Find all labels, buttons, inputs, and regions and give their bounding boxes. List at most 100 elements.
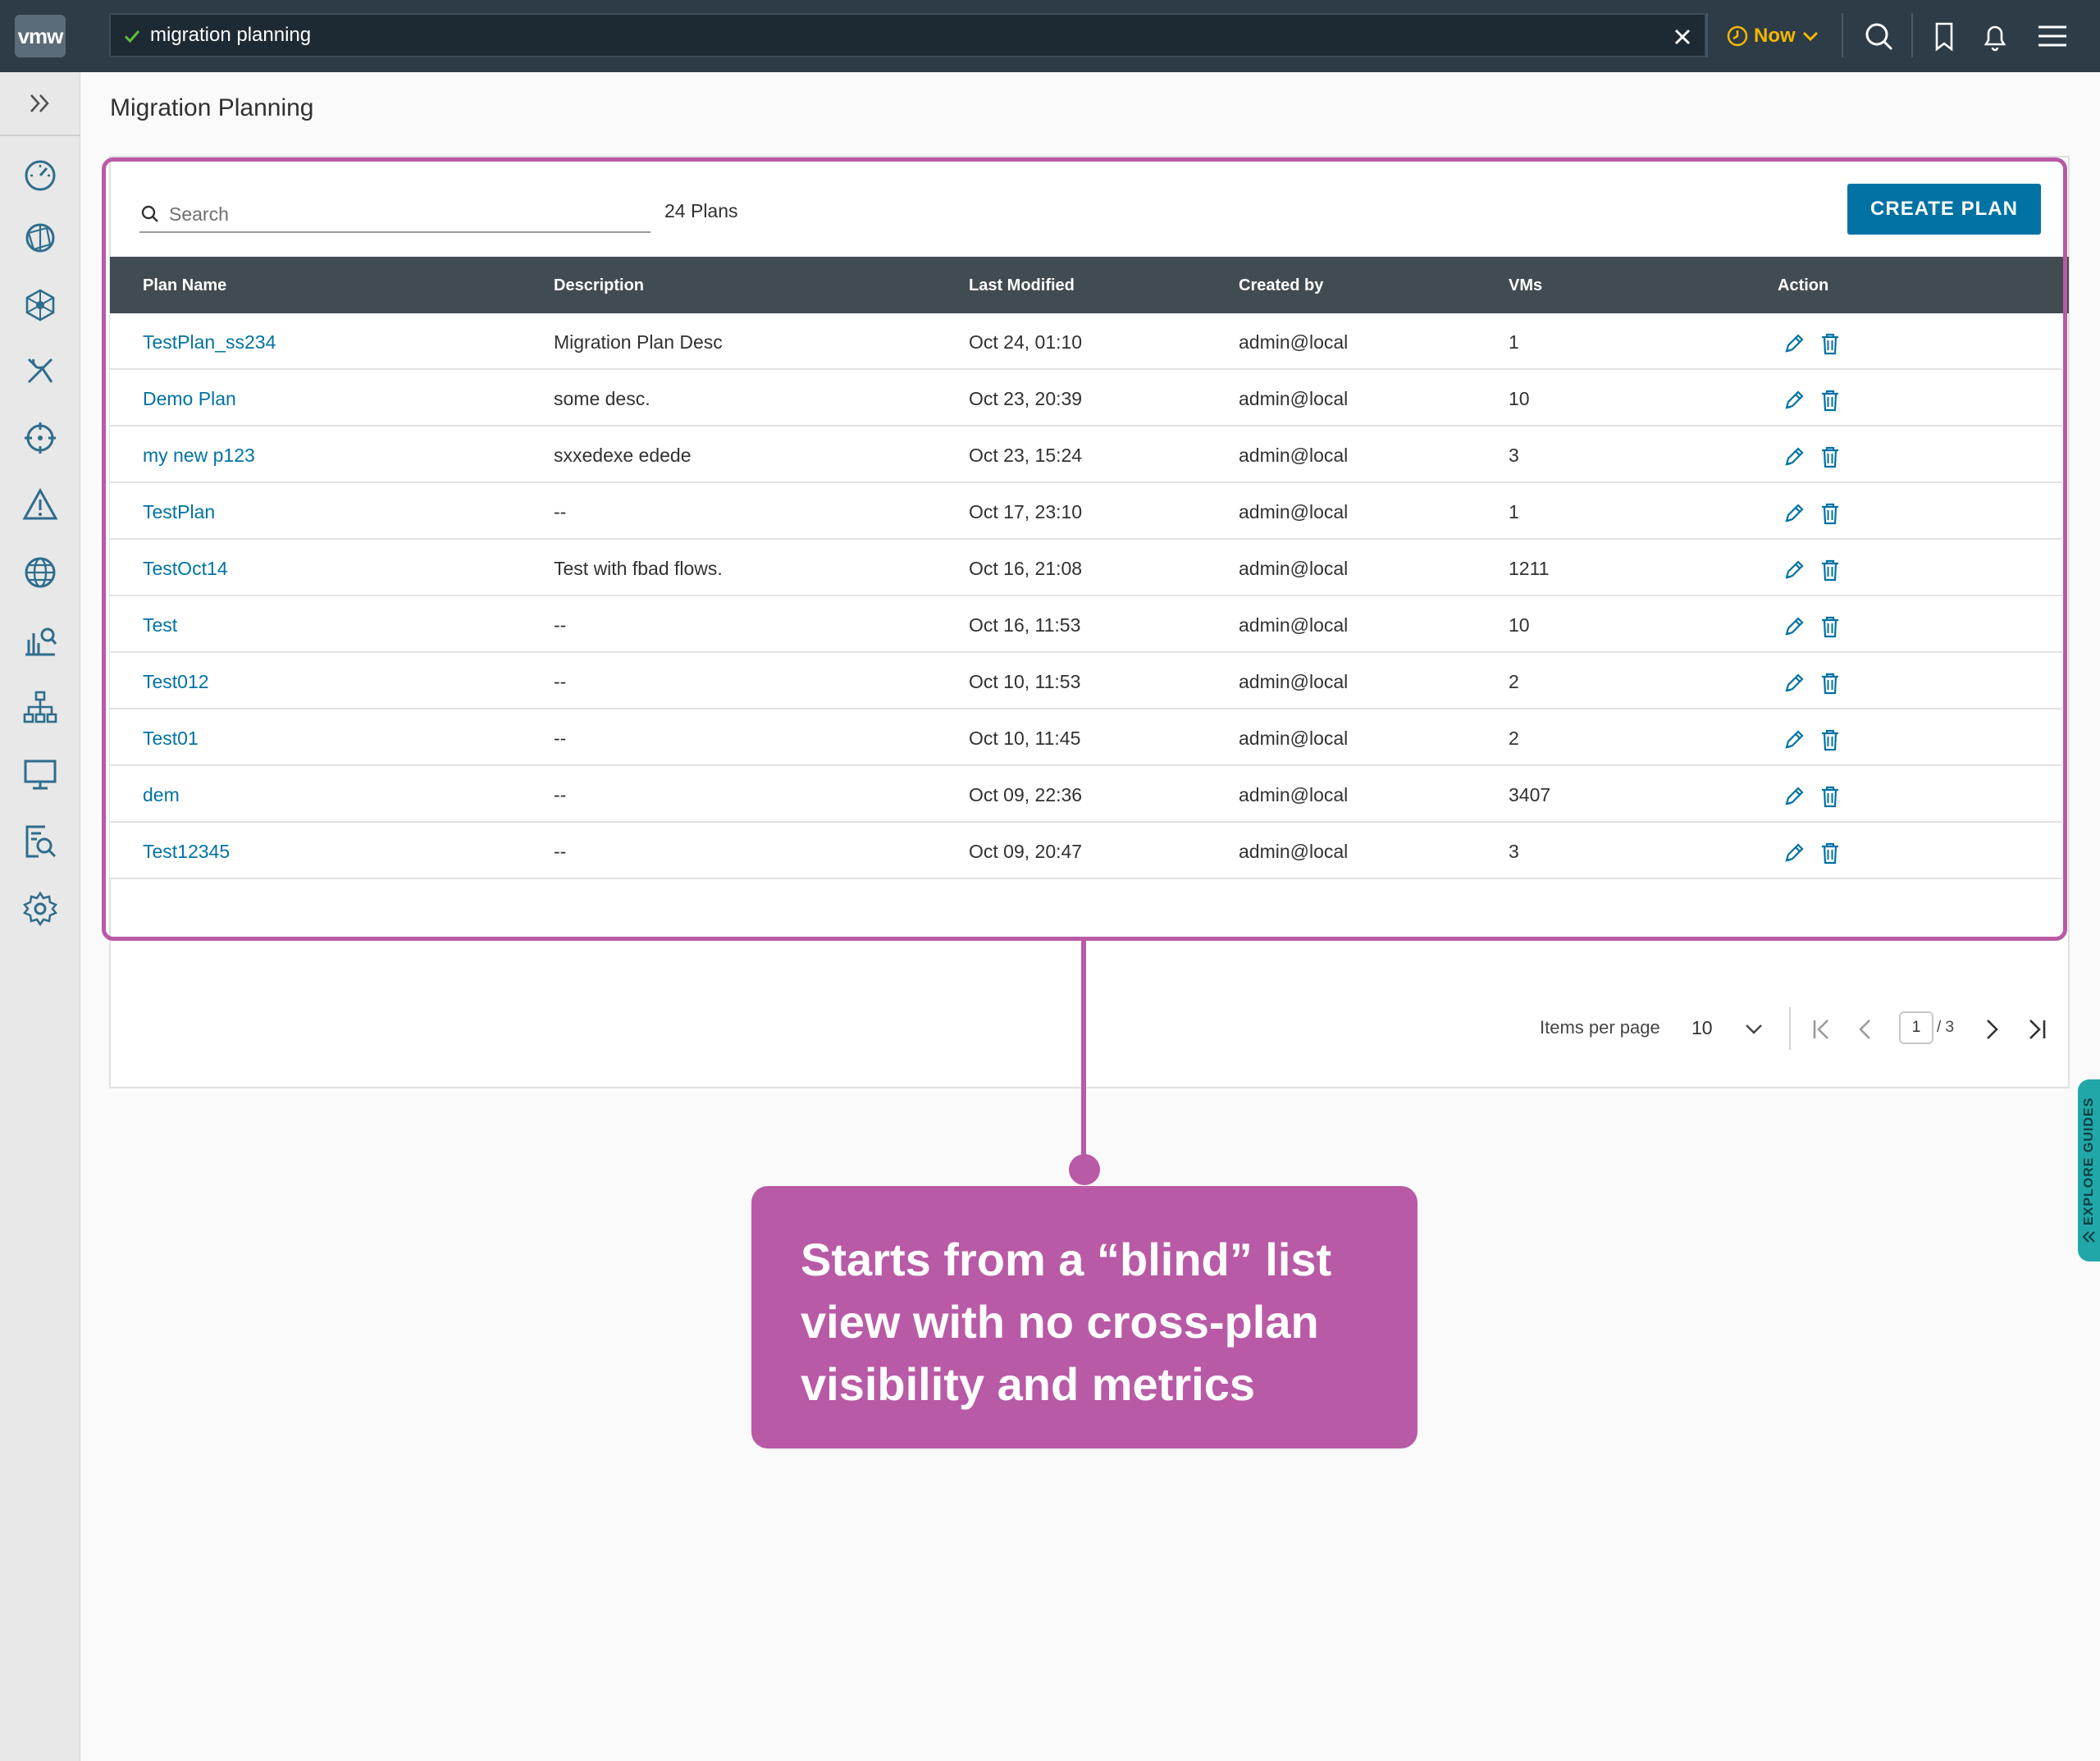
callout-connector xyxy=(1081,941,1086,1169)
bookmark-icon[interactable] xyxy=(1928,20,1961,52)
plan-vm-count: 1211 xyxy=(1509,558,1550,579)
plan-search-field[interactable] xyxy=(139,197,651,233)
delete-trash-icon[interactable] xyxy=(1818,784,1842,809)
plan-name-link[interactable]: Test012 xyxy=(143,669,209,694)
column-header-last-modified[interactable]: Last Modified xyxy=(969,275,1075,296)
plans-count: 24 Plans xyxy=(664,200,738,221)
plan-description: -- xyxy=(554,614,567,636)
edit-pencil-icon[interactable] xyxy=(1782,388,1806,413)
close-icon[interactable] xyxy=(1670,25,1695,49)
vmware-logo[interactable]: vmw xyxy=(15,15,66,57)
delete-trash-icon[interactable] xyxy=(1818,388,1842,413)
delete-trash-icon[interactable] xyxy=(1818,501,1842,526)
double-chevron-right-icon xyxy=(30,94,49,112)
bell-icon[interactable] xyxy=(1979,20,2011,52)
plan-description: -- xyxy=(554,841,567,862)
delete-trash-icon[interactable] xyxy=(1818,728,1842,752)
analytics-search-icon[interactable] xyxy=(22,622,58,658)
delete-trash-icon[interactable] xyxy=(1818,671,1842,696)
plan-created-by: admin@local xyxy=(1239,614,1349,636)
delete-trash-icon[interactable] xyxy=(1818,558,1842,582)
chevron-down-icon xyxy=(1802,31,1818,42)
edit-pencil-icon[interactable] xyxy=(1782,501,1806,526)
delete-trash-icon[interactable] xyxy=(1818,445,1842,469)
report-search-icon[interactable] xyxy=(22,823,58,860)
last-page-icon[interactable] xyxy=(2022,1015,2050,1043)
table-row: Test01 -- Oct 10, 11:45 admin@local 2 xyxy=(110,709,2062,766)
edit-pencil-icon[interactable] xyxy=(1782,728,1806,752)
edit-pencil-icon[interactable] xyxy=(1782,671,1806,696)
create-plan-button[interactable]: CREATE PLAN xyxy=(1847,184,2041,235)
gear-icon[interactable] xyxy=(22,891,58,927)
plan-vm-count: 1 xyxy=(1509,501,1519,522)
plan-description: -- xyxy=(554,501,567,522)
page-number-input[interactable] xyxy=(1899,1011,1933,1044)
next-page-icon[interactable] xyxy=(1977,1015,2005,1043)
plan-name-link[interactable]: dem xyxy=(143,782,180,807)
divider xyxy=(1789,1007,1791,1050)
plan-vm-count: 3407 xyxy=(1509,784,1551,805)
page-title: Migration Planning xyxy=(110,94,314,121)
delete-trash-icon[interactable] xyxy=(1818,614,1842,639)
network-ball-icon[interactable] xyxy=(22,220,58,256)
plan-last-modified: Oct 09, 20:47 xyxy=(969,841,1083,862)
chevron-down-icon[interactable] xyxy=(1742,1017,1765,1040)
plan-last-modified: Oct 23, 15:24 xyxy=(969,445,1083,466)
items-per-page-select[interactable]: 10 xyxy=(1691,1015,1713,1040)
sidebar-toggle[interactable] xyxy=(0,72,80,136)
column-header-plan-name[interactable]: Plan Name xyxy=(143,275,226,296)
annotation-callout: Starts from a “blind” list view with no … xyxy=(751,1186,1418,1448)
plan-name-link[interactable]: Test01 xyxy=(143,726,199,750)
table-row: Test012 -- Oct 10, 11:53 admin@local 2 xyxy=(110,653,2062,709)
edit-pencil-icon[interactable] xyxy=(1782,445,1806,469)
plan-vm-count: 3 xyxy=(1509,445,1519,466)
table-row: Demo Plan some desc. Oct 23, 20:39 admin@lo… xyxy=(110,370,2062,427)
delete-trash-icon[interactable] xyxy=(1818,331,1842,356)
plan-name-link[interactable]: TestOct14 xyxy=(143,556,228,581)
plan-name-link[interactable]: my new p123 xyxy=(143,443,255,468)
explore-guides-label[interactable]: EXPLORE GUIDES xyxy=(2078,1079,2100,1243)
plan-description: Migration Plan Desc xyxy=(554,331,723,353)
table-row: Test -- Oct 16, 11:53 admin@local 10 xyxy=(110,596,2062,653)
column-header-vms[interactable]: VMs xyxy=(1509,275,1542,296)
edit-pencil-icon[interactable] xyxy=(1782,558,1806,582)
time-selector[interactable]: Now xyxy=(1726,23,1820,49)
plan-name-link[interactable]: Test12345 xyxy=(143,839,230,864)
items-per-page-label: Items per page xyxy=(1540,1017,1660,1038)
edit-pencil-icon[interactable] xyxy=(1782,614,1806,639)
alert-icon[interactable] xyxy=(22,487,58,523)
table-row: TestPlan_ss234 Migration Plan Desc Oct 24,… xyxy=(110,313,2062,370)
global-search-bar[interactable]: migration planning xyxy=(109,13,1706,57)
previous-page-icon[interactable] xyxy=(1852,1015,1880,1043)
plan-name-link[interactable]: TestPlan_ss234 xyxy=(143,330,276,354)
search-icon[interactable] xyxy=(1862,20,1895,52)
delete-trash-icon[interactable] xyxy=(1818,841,1842,865)
plan-last-modified: Oct 09, 22:36 xyxy=(969,784,1083,805)
plan-description: -- xyxy=(554,671,567,692)
plan-created-by: admin@local xyxy=(1239,784,1349,805)
crosshair-icon[interactable] xyxy=(22,420,58,456)
edit-pencil-icon[interactable] xyxy=(1782,784,1806,809)
plan-name-link[interactable]: Test xyxy=(143,613,177,637)
plan-last-modified: Oct 23, 20:39 xyxy=(969,388,1083,409)
tools-icon[interactable] xyxy=(22,353,58,389)
globe-icon[interactable] xyxy=(22,554,58,591)
monitor-icon[interactable] xyxy=(22,756,58,792)
plan-name-link[interactable]: TestPlan xyxy=(143,500,215,524)
column-header-description[interactable]: Description xyxy=(554,275,644,296)
hierarchy-icon[interactable] xyxy=(22,689,58,725)
top-bar: vmw migration planning Now xyxy=(0,0,2100,72)
double-chevron-left-icon[interactable] xyxy=(2081,1229,2098,1245)
page-total: / 3 xyxy=(1937,1019,1955,1036)
column-header-created-by[interactable]: Created by xyxy=(1239,275,1323,296)
edit-pencil-icon[interactable] xyxy=(1782,841,1806,865)
first-page-icon[interactable] xyxy=(1808,1015,1836,1043)
plan-name-link[interactable]: Demo Plan xyxy=(143,386,236,411)
menu-icon[interactable] xyxy=(2036,20,2069,52)
topology-icon[interactable] xyxy=(22,287,58,323)
plan-description: sxxedexe edede xyxy=(554,445,692,466)
dashboard-icon[interactable] xyxy=(22,156,58,192)
search-query-text[interactable]: migration planning xyxy=(150,23,311,48)
search-input[interactable] xyxy=(169,200,637,228)
edit-pencil-icon[interactable] xyxy=(1782,331,1806,356)
